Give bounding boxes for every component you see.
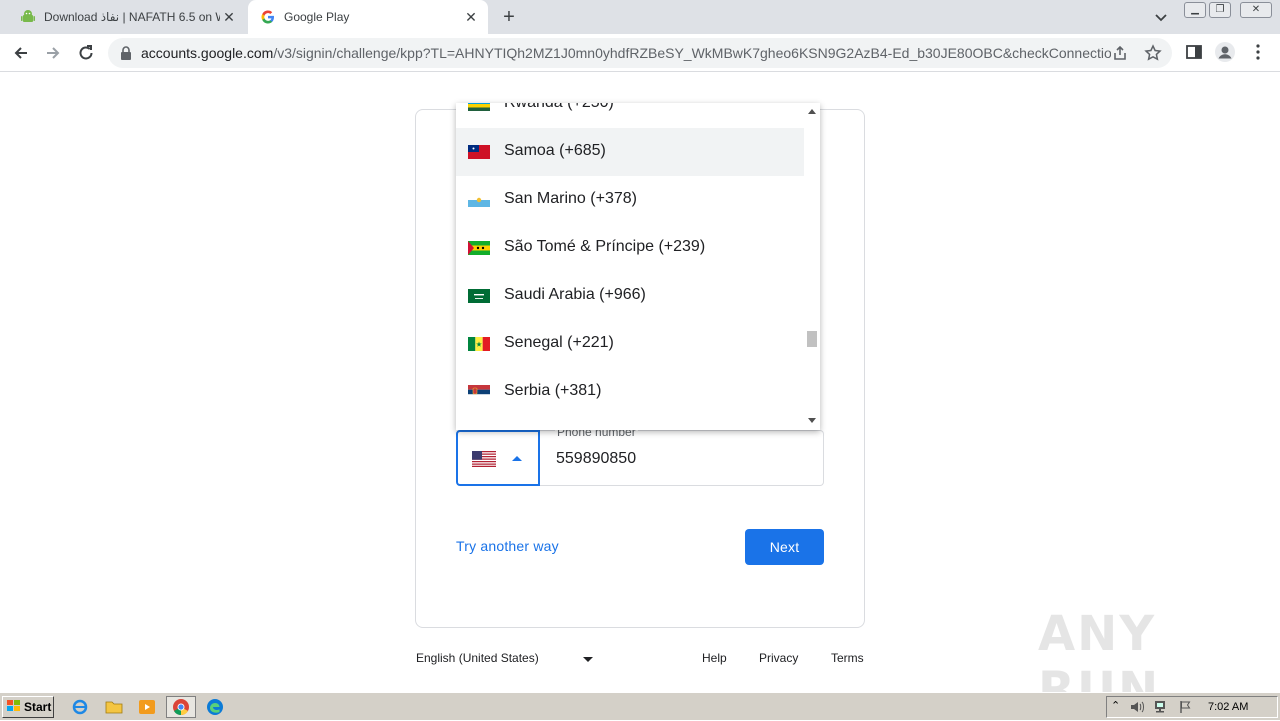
country-option-label: Rwanda (+250) xyxy=(504,103,614,112)
google-g-icon xyxy=(260,9,276,25)
close-tab-icon[interactable]: ✕ xyxy=(220,8,238,26)
country-list: Rwanda (+250) Samoa (+685) San Marino (+… xyxy=(456,103,804,416)
restore-icon[interactable]: ❐ xyxy=(1209,2,1231,18)
share-icon[interactable] xyxy=(1112,45,1128,66)
clock: 7:02 AM xyxy=(1208,701,1249,713)
rwanda-flag-icon xyxy=(468,103,490,111)
address-bar[interactable]: accounts.google.com/v3/signin/challenge/… xyxy=(108,38,1172,68)
country-option-senegal[interactable]: Senegal (+221) xyxy=(456,320,804,368)
tab-title: Google Play xyxy=(284,10,350,24)
chevron-down-icon[interactable] xyxy=(1152,8,1170,26)
chrome-taskbar-icon[interactable] xyxy=(166,696,196,718)
help-link[interactable]: Help xyxy=(702,651,727,665)
windows-taskbar: Start ⌃ 7:02 AM xyxy=(0,692,1280,720)
tab-title: Download نفاذ | NAFATH 6.5 on Winc xyxy=(44,10,220,24)
tab-nafath[interactable]: Download نفاذ | NAFATH 6.5 on Winc ✕ xyxy=(8,0,246,34)
saudi-arabia-flag-icon xyxy=(468,289,490,303)
url-host: accounts.google.com xyxy=(141,45,274,61)
chevron-up-icon[interactable]: ⌃ xyxy=(1111,699,1120,712)
star-icon[interactable] xyxy=(1144,44,1162,67)
country-option-rwanda[interactable]: Rwanda (+250) xyxy=(456,103,804,128)
country-option-samoa[interactable]: Samoa (+685) xyxy=(456,128,804,176)
country-option-label: Saudi Arabia (+966) xyxy=(504,286,646,303)
country-option-sao-tome[interactable]: São Tomé & Príncipe (+239) xyxy=(456,224,804,272)
back-icon[interactable] xyxy=(10,42,32,64)
minimize-icon[interactable]: ▁ xyxy=(1184,2,1206,18)
browser-toolbar: accounts.google.com/v3/signin/challenge/… xyxy=(0,34,1280,72)
url-text[interactable]: accounts.google.com/v3/signin/challenge/… xyxy=(141,45,1111,61)
dropdown-scrollbar[interactable] xyxy=(804,103,820,430)
side-panel-icon[interactable] xyxy=(1185,43,1203,66)
country-option-label: Senegal (+221) xyxy=(504,334,614,351)
sao-tome-flag-icon xyxy=(468,241,490,255)
terms-link[interactable]: Terms xyxy=(831,651,864,665)
caret-up-icon xyxy=(512,456,522,461)
close-window-icon[interactable]: ✕ xyxy=(1240,2,1272,18)
url-path: /v3/signin/challenge/kpp?TL=AHNYTIQh2MZ1… xyxy=(273,45,1111,61)
senegal-flag-icon xyxy=(468,337,490,351)
more-menu-icon[interactable] xyxy=(1251,43,1265,66)
tab-google-play[interactable]: Google Play ✕ xyxy=(248,0,488,34)
us-flag-icon xyxy=(472,451,496,472)
start-label: Start xyxy=(24,700,52,714)
new-tab-button[interactable]: + xyxy=(498,6,520,28)
san-marino-flag-icon xyxy=(468,193,490,207)
country-option-serbia[interactable]: Serbia (+381) xyxy=(456,368,804,416)
lock-icon[interactable] xyxy=(120,46,132,65)
country-dropdown[interactable]: Rwanda (+250) Samoa (+685) San Marino (+… xyxy=(456,103,820,430)
next-button[interactable]: Next xyxy=(745,529,824,565)
flag-icon[interactable] xyxy=(1179,700,1193,719)
edge-icon[interactable] xyxy=(206,698,224,716)
tab-strip: Download نفاذ | NAFATH 6.5 on Winc ✕ Goo… xyxy=(0,0,1280,34)
caret-down-icon[interactable] xyxy=(583,657,593,662)
language-select[interactable]: English (United States) xyxy=(416,651,539,665)
start-button[interactable]: Start xyxy=(2,696,54,718)
reload-icon[interactable] xyxy=(75,42,97,64)
country-option-san-marino[interactable]: San Marino (+378) xyxy=(456,176,804,224)
system-tray: ⌃ xyxy=(1106,696,1278,718)
country-option-label: Samoa (+685) xyxy=(504,142,606,159)
android-icon xyxy=(20,9,36,25)
profile-avatar-icon[interactable] xyxy=(1214,41,1236,68)
samoa-flag-icon xyxy=(468,145,490,159)
privacy-link[interactable]: Privacy xyxy=(759,651,798,665)
close-tab-icon[interactable]: ✕ xyxy=(462,8,480,26)
country-option-saudi-arabia[interactable]: Saudi Arabia (+966) xyxy=(456,272,804,320)
country-code-select[interactable] xyxy=(456,430,540,486)
scroll-down-icon[interactable] xyxy=(808,418,816,423)
folder-icon[interactable] xyxy=(105,698,123,716)
country-option-label: Serbia (+381) xyxy=(504,382,602,399)
phone-number-value[interactable]: 559890850 xyxy=(556,450,636,468)
internet-explorer-icon[interactable] xyxy=(71,698,89,716)
scrollbar-thumb[interactable] xyxy=(807,331,817,347)
forward-icon[interactable] xyxy=(42,42,64,64)
try-another-way-link[interactable]: Try another way xyxy=(456,538,559,554)
scroll-up-icon[interactable] xyxy=(808,109,816,114)
country-option-label: San Marino (+378) xyxy=(504,190,637,207)
speaker-icon[interactable] xyxy=(1129,700,1145,719)
country-option-label: São Tomé & Príncipe (+239) xyxy=(504,238,706,255)
serbia-flag-icon xyxy=(468,385,490,399)
windows-logo-icon xyxy=(7,699,21,715)
network-icon[interactable] xyxy=(1153,700,1169,719)
media-player-icon[interactable] xyxy=(138,698,156,716)
phone-number-input[interactable]: Phone number 559890850 xyxy=(540,425,824,486)
